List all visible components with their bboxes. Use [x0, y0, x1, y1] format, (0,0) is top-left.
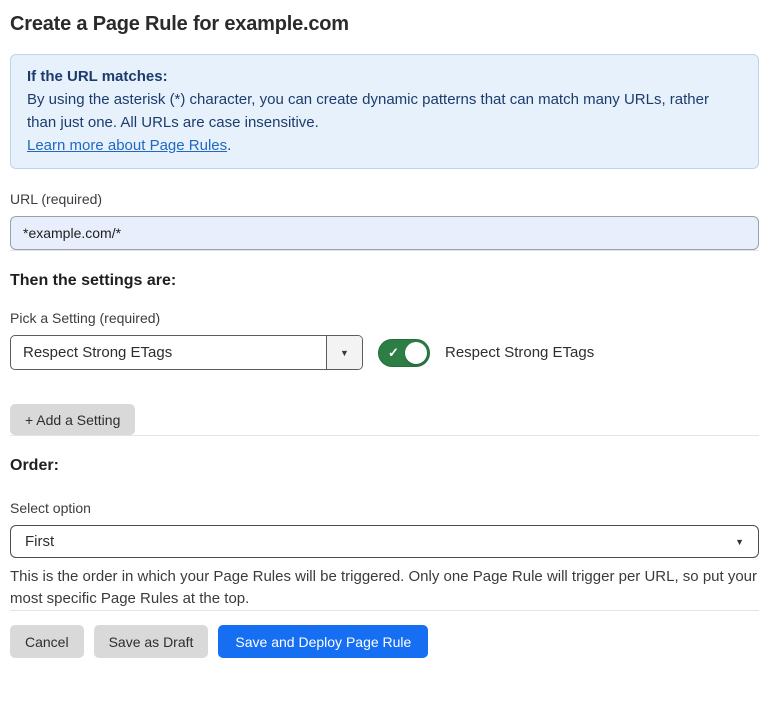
- setting-select[interactable]: Respect Strong ETags ▼: [10, 335, 363, 370]
- link-suffix: .: [227, 137, 231, 154]
- settings-heading: Then the settings are:: [10, 271, 759, 291]
- page-title: Create a Page Rule for example.com: [10, 13, 759, 36]
- url-input[interactable]: [10, 216, 759, 250]
- add-setting-button[interactable]: + Add a Setting: [10, 404, 135, 435]
- setting-select-arrow-button[interactable]: ▼: [326, 336, 362, 369]
- info-box-heading: If the URL matches:: [27, 65, 742, 88]
- order-heading: Order:: [10, 456, 759, 476]
- save-draft-button[interactable]: Save as Draft: [94, 625, 209, 658]
- setting-select-value: Respect Strong ETags: [11, 336, 326, 369]
- order-help-text: This is the order in which your Page Rul…: [10, 566, 759, 610]
- chevron-down-icon: ▼: [340, 348, 349, 358]
- info-box-body: By using the asterisk (*) character, you…: [27, 88, 742, 134]
- pick-setting-label: Pick a Setting (required): [10, 308, 759, 328]
- footer-actions: Cancel Save as Draft Save and Deploy Pag…: [10, 625, 759, 658]
- setting-toggle[interactable]: ✓: [378, 339, 430, 367]
- info-box-link-line: Learn more about Page Rules.: [27, 134, 742, 157]
- select-option-label: Select option: [10, 498, 759, 518]
- cancel-button[interactable]: Cancel: [10, 625, 84, 658]
- order-select-value: First: [25, 533, 54, 550]
- learn-more-link[interactable]: Learn more about Page Rules: [27, 137, 227, 154]
- toggle-label: Respect Strong ETags: [445, 344, 594, 361]
- setting-row: Respect Strong ETags ▼ ✓ Respect Strong …: [10, 335, 759, 370]
- save-deploy-button[interactable]: Save and Deploy Page Rule: [218, 625, 428, 658]
- chevron-down-icon: ▼: [735, 537, 744, 547]
- url-match-info-box: If the URL matches: By using the asteris…: [10, 54, 759, 169]
- section-divider: [10, 435, 759, 436]
- check-icon: ✓: [388, 346, 399, 359]
- url-label: URL (required): [10, 189, 759, 209]
- toggle-knob: [405, 342, 427, 364]
- section-divider: [10, 250, 759, 251]
- order-select[interactable]: First ▼: [10, 525, 759, 558]
- footer-divider: [10, 610, 759, 611]
